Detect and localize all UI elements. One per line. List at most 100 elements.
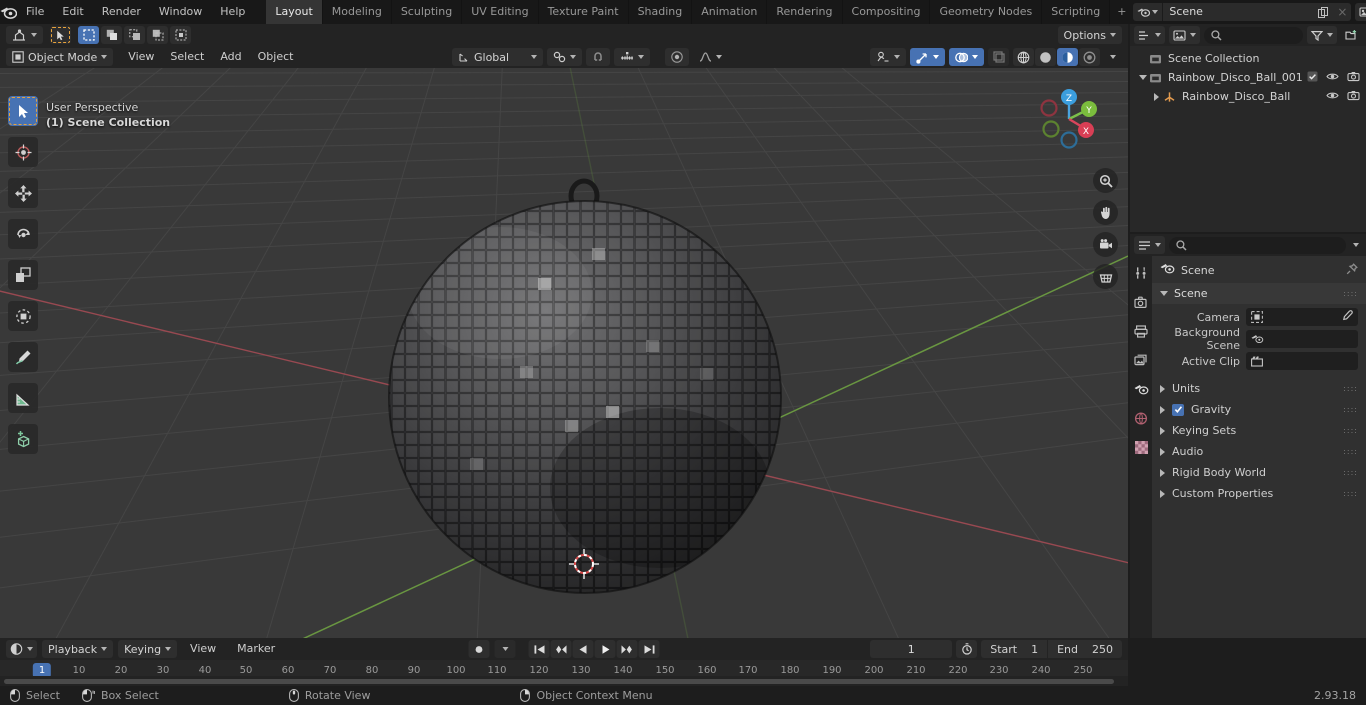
view-layer-selector[interactable]: View Layer ×	[1355, 3, 1366, 21]
section-gravity[interactable]: Gravity ::::	[1152, 399, 1366, 420]
properties-editor-icon[interactable]	[1134, 236, 1165, 254]
options-dropdown[interactable]: Options	[1057, 26, 1122, 44]
tool-cursor[interactable]	[8, 137, 38, 167]
properties-editor[interactable]: Scene Scene :::: Camera Background Scene…	[1130, 234, 1366, 638]
section-audio[interactable]: Audio ::::	[1152, 441, 1366, 462]
stopwatch-icon[interactable]	[956, 640, 978, 658]
tab-view-layer[interactable]	[1132, 351, 1150, 369]
tool-scale[interactable]	[8, 260, 38, 290]
timeline-menu-marker[interactable]: Marker	[229, 639, 283, 659]
tab-tool[interactable]	[1132, 264, 1150, 282]
tool-transform[interactable]	[8, 301, 38, 331]
tab-animation[interactable]: Animation	[692, 0, 768, 24]
orthographic-toggle-icon[interactable]	[1093, 264, 1118, 289]
wireframe-shading-icon[interactable]	[1013, 48, 1034, 66]
disclosure-triangle-icon[interactable]	[1150, 92, 1163, 101]
properties-options-dropdown[interactable]	[1350, 236, 1362, 254]
menu-help[interactable]: Help	[211, 2, 254, 22]
tab-compositing[interactable]: Compositing	[843, 0, 931, 24]
start-frame-field[interactable]: Start 1	[981, 640, 1048, 658]
tab-modeling[interactable]: Modeling	[323, 0, 392, 24]
section-rigid-body-world[interactable]: Rigid Body World ::::	[1152, 462, 1366, 483]
viewport-menu-view[interactable]: View	[120, 47, 162, 67]
timeline-scrollbar-thumb[interactable]	[4, 679, 1114, 684]
new-collection-icon[interactable]	[1341, 26, 1362, 44]
camera-field[interactable]	[1246, 308, 1358, 326]
viewport-menu-add[interactable]: Add	[212, 47, 249, 67]
play-reverse-icon[interactable]	[572, 640, 594, 658]
tab-texture[interactable]	[1132, 438, 1150, 456]
tab-rendering[interactable]: Rendering	[767, 0, 843, 24]
blender-logo-icon[interactable]	[0, 0, 17, 24]
active-clip-field[interactable]	[1246, 352, 1358, 370]
solid-shading-icon[interactable]	[1035, 48, 1056, 66]
play-icon[interactable]	[594, 640, 616, 658]
tool-rotate[interactable]	[8, 219, 38, 249]
tab-scripting[interactable]: Scripting	[1042, 0, 1111, 24]
intersect-select-icon[interactable]	[170, 26, 191, 44]
visibility-eye-icon[interactable]	[1326, 90, 1339, 104]
playback-menu[interactable]: Playback	[42, 640, 114, 658]
pivot-point-selector[interactable]	[547, 48, 583, 66]
jump-to-start-icon[interactable]	[528, 640, 550, 658]
add-workspace-button[interactable]: +	[1110, 0, 1133, 24]
navigation-gizmo[interactable]: Z Y X	[1032, 82, 1106, 156]
mode-selector[interactable]: Object Mode	[6, 48, 114, 66]
visibility-eye-icon[interactable]	[1326, 71, 1339, 85]
tab-uv-editing[interactable]: UV Editing	[462, 0, 539, 24]
shading-dropdown[interactable]	[1104, 48, 1122, 66]
viewport-menu-select[interactable]: Select	[162, 47, 212, 67]
tool-annotate[interactable]	[8, 342, 38, 372]
tool-measure[interactable]	[8, 383, 38, 413]
extend-select-icon[interactable]	[101, 26, 122, 44]
tool-tweak-select[interactable]	[8, 96, 38, 126]
pin-icon[interactable]	[1346, 262, 1358, 278]
invert-select-icon[interactable]	[147, 26, 168, 44]
timeline-scrollbar[interactable]	[0, 676, 1128, 686]
tab-world[interactable]	[1132, 409, 1150, 427]
auto-keying-dropdown[interactable]	[494, 640, 516, 658]
gizmo-toggle[interactable]	[910, 48, 945, 66]
eyedropper-icon[interactable]	[1341, 309, 1353, 325]
collection-checkbox[interactable]	[1307, 71, 1318, 85]
view-layer-icon[interactable]	[1355, 3, 1366, 21]
current-frame-field[interactable]: 1	[870, 640, 953, 658]
menu-window[interactable]: Window	[150, 2, 211, 22]
scene-icon[interactable]	[1133, 3, 1164, 21]
overlays-toggle[interactable]	[949, 48, 984, 66]
filter-funnel-icon[interactable]	[1307, 26, 1337, 44]
set-select-icon[interactable]	[78, 26, 99, 44]
tab-texture-paint[interactable]: Texture Paint	[539, 0, 629, 24]
section-keying-sets[interactable]: Keying Sets ::::	[1152, 420, 1366, 441]
snap-magnet-toggle[interactable]	[586, 48, 611, 66]
tool-move[interactable]	[8, 178, 38, 208]
editor-type-icon[interactable]	[6, 26, 43, 44]
gravity-checkbox[interactable]	[1172, 403, 1184, 416]
close-icon[interactable]: ×	[1333, 3, 1352, 21]
tab-output[interactable]	[1132, 322, 1150, 340]
xray-toggle-icon[interactable]	[988, 48, 1009, 66]
keying-menu[interactable]: Keying	[118, 640, 178, 658]
render-camera-icon[interactable]	[1347, 71, 1360, 85]
menu-render[interactable]: Render	[93, 2, 150, 22]
scene-selector[interactable]: Scene ×	[1133, 3, 1352, 21]
outliner-editor[interactable]: Scene Collection Rainbow_Disco_Ball_001	[1130, 24, 1366, 232]
snap-target-selector[interactable]	[614, 48, 651, 66]
section-custom-properties[interactable]: Custom Properties ::::	[1152, 483, 1366, 504]
viewport-menu-object[interactable]: Object	[250, 47, 302, 67]
3d-viewport[interactable]: User Perspective (1) Scene Collection Z …	[0, 24, 1128, 638]
timeline-menu-view[interactable]: View	[182, 639, 224, 659]
render-camera-icon[interactable]	[1347, 90, 1360, 104]
tab-geometry-nodes[interactable]: Geometry Nodes	[930, 0, 1043, 24]
proportional-edit-toggle[interactable]	[665, 48, 690, 66]
tab-render[interactable]	[1132, 293, 1150, 311]
end-frame-field[interactable]: End 250	[1048, 640, 1122, 658]
outliner-display-mode-icon[interactable]	[1134, 26, 1165, 44]
tab-shading[interactable]: Shading	[629, 0, 693, 24]
jump-to-next-keyframe-icon[interactable]	[616, 640, 638, 658]
disclosure-triangle-icon[interactable]	[1136, 75, 1149, 80]
rendered-shading-icon[interactable]	[1079, 48, 1100, 66]
properties-search-input[interactable]	[1169, 236, 1346, 254]
zoom-icon[interactable]	[1093, 168, 1118, 193]
tab-layout[interactable]: Layout	[266, 0, 323, 24]
